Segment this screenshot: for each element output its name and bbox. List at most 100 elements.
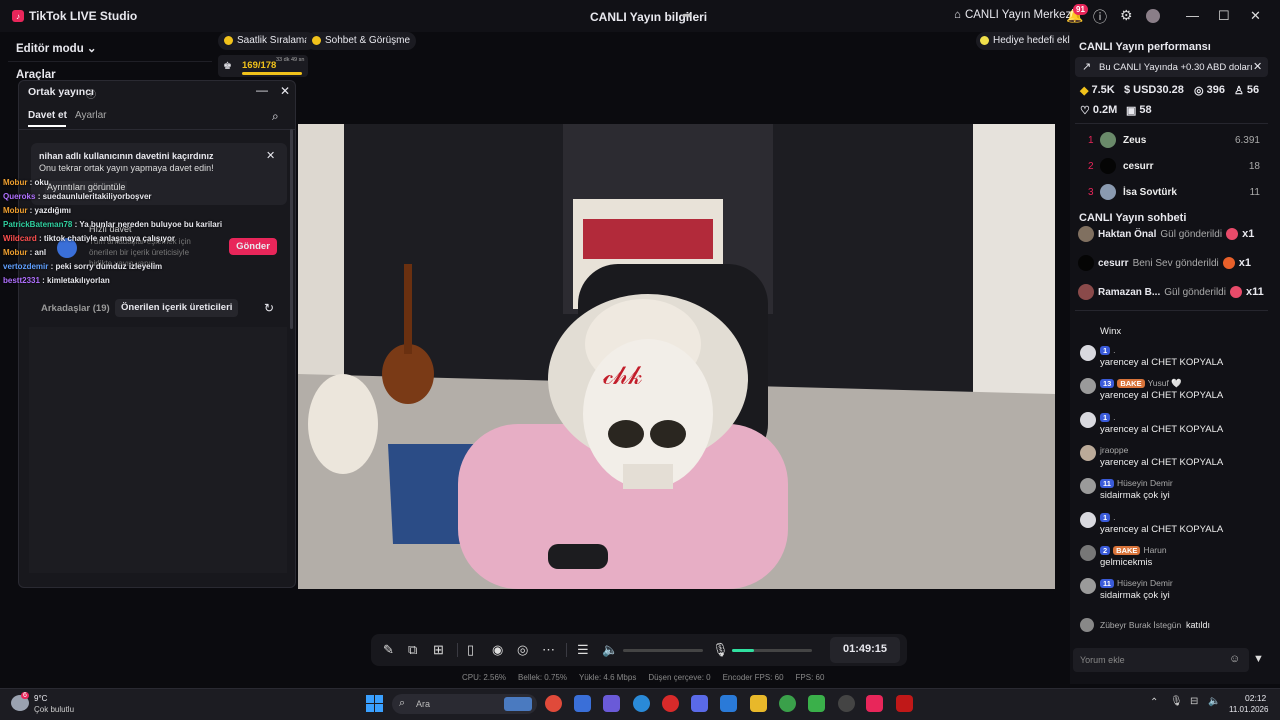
counter-time: 33 dk 49 sn <box>276 57 305 63</box>
cpu-stat: CPU: 2.56% <box>462 673 507 682</box>
gift-goal-button[interactable]: Hediye hedefi ekle <box>976 32 1082 50</box>
dropped-frames-stat: Düşen çerçeve: 0 <box>648 673 711 682</box>
microphone-icon[interactable]: 🎙 <box>712 642 729 658</box>
live-center-button[interactable]: ⌂ CANLI Yayın Merkezi <box>954 9 1074 21</box>
app-icon[interactable] <box>838 695 855 712</box>
chrome-icon[interactable] <box>545 695 562 712</box>
replay-icon[interactable]: ◎ <box>517 642 528 658</box>
folder-icon[interactable] <box>750 695 767 712</box>
clock-date[interactable]: 11.01.2026 <box>1229 705 1268 714</box>
help-icon[interactable]: ⓘ <box>1093 7 1107 27</box>
tab-settings[interactable]: Ayarlar <box>75 110 107 121</box>
info-icon[interactable]: ⓘ <box>86 86 96 101</box>
followers-stat: ♙ 56 <box>1234 84 1260 97</box>
weather-desc: Çok bulutlu <box>34 705 75 714</box>
avatar <box>1080 345 1096 361</box>
chat-icon <box>312 36 321 45</box>
more-icon[interactable]: ⋯ <box>542 642 555 658</box>
tiktok-live-icon[interactable] <box>866 695 883 712</box>
avatar <box>1080 512 1096 528</box>
memory-stat: Bellek: 0.75% <box>518 673 567 682</box>
mic-slider[interactable] <box>732 649 812 652</box>
avatar[interactable] <box>1146 9 1160 23</box>
teams-icon[interactable] <box>603 695 620 712</box>
gift-message: Haktan Önal Gül gönderildi x1 <box>1078 226 1254 242</box>
effects-icon[interactable]: ⧉ <box>408 642 417 658</box>
chat-meet-pill[interactable]: Sohbet & Görüşme <box>306 32 417 50</box>
weather-temp: 9°C <box>34 694 48 703</box>
trophy-icon <box>224 36 233 45</box>
minimize-icon[interactable]: — <box>256 83 268 97</box>
send-button[interactable]: Gönder <box>229 238 277 255</box>
layout-icon[interactable]: ⊞ <box>433 642 444 658</box>
windows-start-icon[interactable] <box>366 695 383 712</box>
close-icon[interactable]: ✕ <box>1250 8 1261 24</box>
opera-icon[interactable] <box>662 695 679 712</box>
editor-mode-dropdown[interactable]: Editör modu ⌄ <box>16 41 97 55</box>
microphone-icon[interactable]: 🎙 <box>1170 696 1183 707</box>
close-icon[interactable]: ✕ <box>266 149 275 162</box>
emoji-icon[interactable]: ☺ <box>1229 653 1240 665</box>
rose-icon <box>1229 286 1242 298</box>
comment-input[interactable]: Yorum ekle ☺ <box>1073 648 1249 672</box>
cohost-title: Ortak yayıncı <box>28 86 94 98</box>
record-icon[interactable]: ◉ <box>492 642 503 658</box>
avatar <box>1078 284 1094 300</box>
stream-preview[interactable]: 𝒸𝒽𝓀 <box>298 124 1055 589</box>
rank-row[interactable]: 1 Zeus 6.391 <box>1088 132 1260 150</box>
gear-icon[interactable]: ⚙ <box>1120 7 1133 24</box>
rank-row[interactable]: 3 İsa Sovtürk 11 <box>1088 184 1260 202</box>
earnings-text: Bu CANLI Yayında +0.30 ABD doları <box>1099 62 1253 73</box>
viewers-stat: ◎ 396 <box>1194 84 1225 97</box>
dollar-icon: $ <box>1124 84 1131 96</box>
home-icon: ⌂ <box>954 9 961 21</box>
earnings-banner: ↗ Bu CANLI Yayında +0.30 ABD doları ✕ <box>1075 57 1268 77</box>
phone-icon[interactable]: ▯ <box>467 642 474 658</box>
gift-icon: ▣ <box>1126 105 1137 117</box>
close-icon[interactable]: ✕ <box>280 84 290 98</box>
close-icon[interactable]: ✕ <box>1253 60 1262 73</box>
xbox-icon[interactable] <box>808 695 825 712</box>
filter-icon[interactable]: ▼ <box>1253 653 1264 665</box>
comment-placeholder: Yorum ekle <box>1080 655 1125 665</box>
discord-icon[interactable] <box>691 695 708 712</box>
counter-progress <box>242 72 302 75</box>
tab-suggested-creators[interactable]: Önerilen içerik üreticileri <box>115 299 239 317</box>
overlay-message: Wildcard : tiktok chatiyle anlaşmaya çal… <box>3 234 176 243</box>
avatar <box>1080 445 1096 461</box>
diamond-icon: ◆ <box>1080 85 1089 97</box>
bulb-icon <box>980 36 989 45</box>
chat-title: CANLI Yayın sohbeti <box>1079 212 1187 224</box>
avatar <box>1078 255 1094 271</box>
gift-message: cesurr Beni Sev gönderildi x1 <box>1078 255 1251 271</box>
youtube-icon[interactable] <box>896 695 913 712</box>
edge-icon[interactable] <box>633 695 650 712</box>
minimize-icon[interactable]: — <box>1186 8 1199 23</box>
gift-icon <box>1222 257 1235 269</box>
volume-slider[interactable] <box>623 649 703 652</box>
tiktok-logo-icon: ♪ <box>12 10 24 22</box>
tab-invite[interactable]: Davet et <box>28 110 67 121</box>
scrollbar[interactable] <box>290 129 293 329</box>
magic-wand-icon[interactable]: ✎ <box>383 642 394 658</box>
store-icon[interactable] <box>574 695 591 712</box>
refresh-icon[interactable]: ↻ <box>264 301 274 315</box>
search-box[interactable]: ⌕ Ara <box>392 694 537 714</box>
search-icon[interactable]: ⌕ <box>272 109 279 124</box>
clock-time[interactable]: 02:12 <box>1245 693 1266 703</box>
tab-friends[interactable]: Arkadaşlar (19) <box>41 303 110 314</box>
avatar <box>1100 158 1116 174</box>
chrome-profile-icon[interactable] <box>779 695 796 712</box>
hourly-rank-pill[interactable]: Saatlik Sıralama <box>218 32 316 50</box>
stats-bar: CPU: 2.56% Bellek: 0.75% Yükle: 4.6 Mbps… <box>462 673 824 682</box>
maximize-icon[interactable]: ☐ <box>1218 8 1230 24</box>
network-icon[interactable]: ⊟ <box>1190 696 1198 707</box>
chevron-up-icon[interactable]: ⌃ <box>1150 697 1158 708</box>
overlay-message: Mobur : oku <box>3 178 49 187</box>
share-icon[interactable]: ➦ <box>682 8 692 22</box>
rank-row[interactable]: 2 cesurr 18 <box>1088 158 1260 176</box>
speaker-icon[interactable]: 🔈 <box>602 642 618 658</box>
settings-sliders-icon[interactable]: ☰ <box>577 642 589 658</box>
mail-icon[interactable] <box>720 695 737 712</box>
volume-icon[interactable]: 🔈 <box>1208 696 1220 707</box>
